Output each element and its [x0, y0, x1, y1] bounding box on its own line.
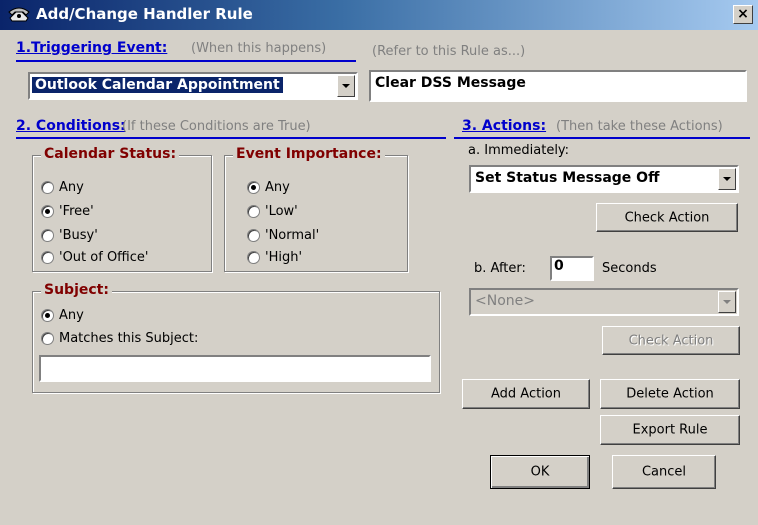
- event-importance-label: Event Importance:: [233, 146, 385, 162]
- subject-group: Subject: Any Matches this Subject:: [32, 282, 440, 393]
- after-seconds-field[interactable]: 0: [550, 256, 594, 281]
- rule-name-field[interactable]: Clear DSS Message: [369, 70, 747, 102]
- triggering-event-select[interactable]: Outlook Calendar Appointment: [28, 72, 358, 100]
- rule-name-hint: (Refer to this Rule as...): [372, 44, 526, 59]
- radio-icon: [41, 251, 54, 264]
- calendar-status-group: Calendar Status: Any 'Free' 'Busy' 'Out …: [32, 146, 212, 272]
- radio-icon: [41, 229, 54, 242]
- subject-label: Subject:: [41, 282, 112, 298]
- after-label: b. After:: [474, 261, 526, 276]
- section-1-divider: [16, 60, 356, 62]
- radio-icon: [247, 205, 260, 218]
- event-importance-normal[interactable]: 'Normal': [247, 228, 319, 243]
- delayed-action-value: <None>: [475, 293, 535, 309]
- calendar-status-busy[interactable]: 'Busy': [41, 228, 98, 243]
- actions-heading: 3. Actions:: [462, 118, 547, 134]
- ok-button[interactable]: OK: [490, 455, 590, 489]
- conditions-heading: 2. Conditions:: [16, 118, 126, 134]
- section-2-divider: [16, 137, 446, 139]
- chevron-down-icon[interactable]: [337, 75, 355, 97]
- immediate-action-select[interactable]: Set Status Message Off: [469, 165, 739, 193]
- immediate-action-value: Set Status Message Off: [475, 170, 660, 186]
- radio-selected-icon: [41, 205, 54, 218]
- calendar-status-any[interactable]: Any: [41, 180, 84, 195]
- check-action-button[interactable]: Check Action: [596, 203, 738, 232]
- subject-matches[interactable]: Matches this Subject:: [41, 331, 198, 346]
- event-importance-any[interactable]: Any: [247, 180, 290, 195]
- triggering-event-heading: 1.Triggering Event:: [16, 40, 168, 56]
- window-title: Add/Change Handler Rule: [36, 5, 253, 23]
- radio-selected-icon: [41, 309, 54, 322]
- radio-icon: [41, 181, 54, 194]
- calendar-status-free[interactable]: 'Free': [41, 204, 94, 219]
- seconds-label: Seconds: [602, 261, 657, 276]
- subject-input[interactable]: [39, 355, 431, 382]
- radio-icon: [247, 251, 260, 264]
- triggering-event-hint: (When this happens): [191, 41, 327, 56]
- section-3-divider: [454, 137, 750, 139]
- triggering-event-value: Outlook Calendar Appointment: [32, 77, 283, 93]
- radio-icon: [247, 229, 260, 242]
- chevron-down-icon[interactable]: [718, 291, 736, 313]
- delayed-action-select[interactable]: <None>: [469, 288, 739, 316]
- subject-any[interactable]: Any: [41, 308, 84, 323]
- event-importance-high[interactable]: 'High': [247, 250, 302, 265]
- delete-action-button[interactable]: Delete Action: [600, 379, 740, 409]
- immediately-label: a. Immediately:: [468, 143, 570, 158]
- chevron-down-icon[interactable]: [718, 168, 736, 190]
- radio-selected-icon: [247, 181, 260, 194]
- add-action-button[interactable]: Add Action: [462, 379, 590, 409]
- calendar-status-out-of-office[interactable]: 'Out of Office': [41, 250, 148, 265]
- check-action-disabled-button[interactable]: Check Action: [602, 326, 740, 355]
- event-importance-group: Event Importance: Any 'Low' 'Normal' 'Hi…: [224, 146, 408, 272]
- radio-icon: [41, 332, 54, 345]
- actions-hint: (Then take these Actions): [556, 119, 723, 134]
- event-importance-low[interactable]: 'Low': [247, 204, 298, 219]
- rule-name-value: Clear DSS Message: [375, 75, 526, 91]
- cancel-button[interactable]: Cancel: [612, 455, 716, 489]
- close-button[interactable]: ×: [733, 5, 753, 24]
- conditions-hint: (If these Conditions are True): [122, 119, 311, 134]
- calendar-status-label: Calendar Status:: [41, 146, 180, 162]
- phone-icon: [8, 7, 30, 22]
- title-bar: Add/Change Handler Rule ×: [0, 0, 758, 30]
- export-rule-button[interactable]: Export Rule: [600, 415, 740, 445]
